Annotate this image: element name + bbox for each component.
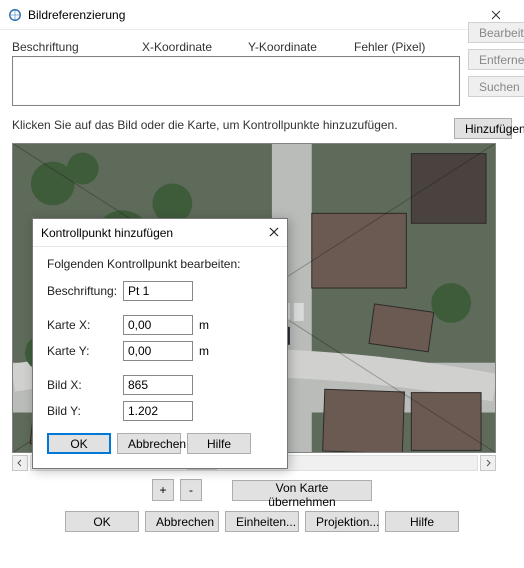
app-icon [8,8,22,22]
scroll-right-icon[interactable] [480,455,496,471]
scroll-left-icon[interactable] [12,455,28,471]
mapx-field-label: Karte X: [47,318,117,332]
ok-button[interactable]: OK [65,511,139,532]
instruction-text: Klicken Sie auf das Bild oder die Karte,… [12,118,446,134]
dialog-subtitle: Folgenden Kontrollpunkt bearbeiten: [47,257,273,271]
label-field-label: Beschriftung: [47,284,117,298]
cancel-button[interactable]: Abbrechen [145,511,219,532]
help-button[interactable]: Hilfe [385,511,459,532]
imgy-field-label: Bild Y: [47,404,117,418]
mapy-field-label: Karte Y: [47,344,117,358]
col-err: Fehler (Pixel) [354,40,448,56]
mapx-unit: m [199,318,219,332]
imgx-field-label: Bild X: [47,378,117,392]
window-title: Bildreferenzierung [28,8,125,22]
remove-button[interactable]: Entfernen [468,49,524,70]
window-titlebar: Bildreferenzierung [0,0,524,30]
units-button[interactable]: Einheiten... [225,511,299,532]
dialog-ok-button[interactable]: OK [47,433,111,454]
imgx-field[interactable] [123,375,193,395]
add-control-point-dialog: Kontrollpunkt hinzufügen Folgenden Kontr… [32,218,288,469]
col-x: X-Koordinate [142,40,248,56]
imgy-field[interactable] [123,401,193,421]
mapy-unit: m [199,344,219,358]
col-y: Y-Koordinate [248,40,354,56]
label-field[interactable] [123,281,193,301]
col-label: Beschriftung [12,40,142,56]
columns-header: Beschriftung X-Koordinate Y-Koordinate F… [12,40,460,56]
projection-button[interactable]: Projektion... [305,511,379,532]
edit-button[interactable]: Bearbeiten... [468,22,524,43]
add-button[interactable]: Hinzufügen [454,118,512,139]
search-button[interactable]: Suchen [468,76,524,97]
dialog-close-button[interactable] [269,226,279,240]
dialog-title: Kontrollpunkt hinzufügen [41,226,173,240]
control-points-list[interactable] [12,56,460,106]
mapx-field[interactable] [123,315,193,335]
dialog-cancel-button[interactable]: Abbrechen [117,433,181,454]
mapy-field[interactable] [123,341,193,361]
zoom-in-button[interactable]: + [152,479,174,501]
take-from-map-button[interactable]: Von Karte übernehmen [232,480,372,501]
zoom-out-button[interactable]: - [180,479,202,501]
dialog-help-button[interactable]: Hilfe [187,433,251,454]
